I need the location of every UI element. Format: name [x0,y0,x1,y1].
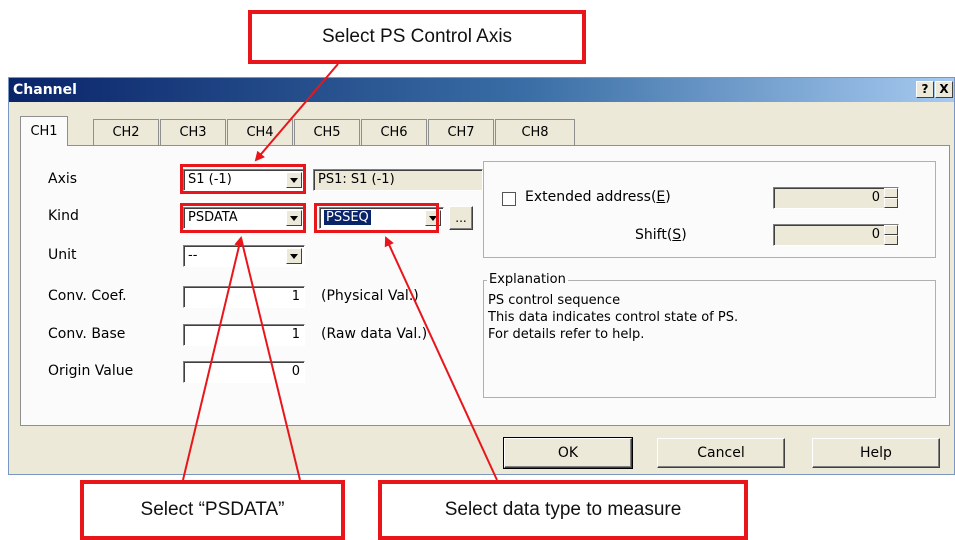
help-title-button[interactable]: ? [916,81,934,98]
tab-panel: Axis Kind Unit Conv. Coef. Conv. Base Or… [20,145,950,426]
callout-select-psdata: Select “PSDATA” [80,480,345,540]
kind-label: Kind [48,208,79,224]
unit-select-value: -- [188,248,198,263]
dialog-title: Channel [13,82,77,98]
conv-base-label: Conv. Base [48,326,126,342]
tab-ch8[interactable]: CH8 [495,119,575,145]
chevron-down-icon[interactable] [286,248,302,264]
explanation-line: For details refer to help. [488,327,645,342]
unit-label: Unit [48,247,77,263]
extended-address-label: Extended address(E) [525,189,671,205]
conv-coef-input[interactable]: 1 [183,286,305,308]
tab-ch2[interactable]: CH2 [93,119,159,145]
shift-value: 0 [871,227,880,242]
extended-address-value: 0 [871,190,880,205]
tab-ch3[interactable]: CH3 [160,119,226,145]
callout-select-data-type: Select data type to measure [378,480,748,540]
conv-base-note: (Raw data Val.) [321,326,428,342]
extended-address-checkbox[interactable] [502,192,516,206]
tab-ch7[interactable]: CH7 [428,119,494,145]
highlight-kind [180,203,306,233]
origin-value-input[interactable]: 0 [183,361,305,383]
highlight-kind-sub [314,203,439,233]
explanation-text: PS control sequence This data indicates … [488,292,738,343]
shift-spinner[interactable] [884,225,898,245]
tab-ch4[interactable]: CH4 [227,119,293,145]
cancel-button[interactable]: Cancel [657,438,785,468]
shift-input[interactable]: 0 [773,224,899,246]
unit-select[interactable]: -- [183,245,305,267]
conv-base-input[interactable]: 1 [183,324,305,346]
explanation-line: PS control sequence [488,293,621,308]
explanation-line: This data indicates control state of PS. [488,310,739,325]
callout-select-ps-axis: Select PS Control Axis [248,10,586,64]
extended-address-input[interactable]: 0 [773,187,899,209]
highlight-axis [180,164,306,194]
tab-ch1[interactable]: CH1 [20,116,68,146]
axis-label: Axis [48,171,78,187]
shift-label: Shift(S) [635,227,687,243]
conv-coef-note: (Physical Val.) [321,288,419,304]
browse-button[interactable]: ... [449,206,473,230]
close-button[interactable]: X [935,81,953,98]
explanation-title: Explanation [487,272,568,287]
address-spinner[interactable] [884,188,898,208]
channel-dialog: Channel ? X CH1 CH2 CH3 CH4 CH5 CH6 CH7 … [8,77,955,475]
tab-ch6[interactable]: CH6 [361,119,427,145]
origin-value-label: Origin Value [48,363,134,379]
help-button[interactable]: Help [812,438,940,468]
tab-ch5[interactable]: CH5 [294,119,360,145]
ok-button[interactable]: OK [503,437,633,469]
axis-info-field: PS1: S1 (-1) [313,169,483,191]
title-bar: Channel ? X [9,78,954,102]
conv-coef-label: Conv. Coef. [48,288,127,304]
